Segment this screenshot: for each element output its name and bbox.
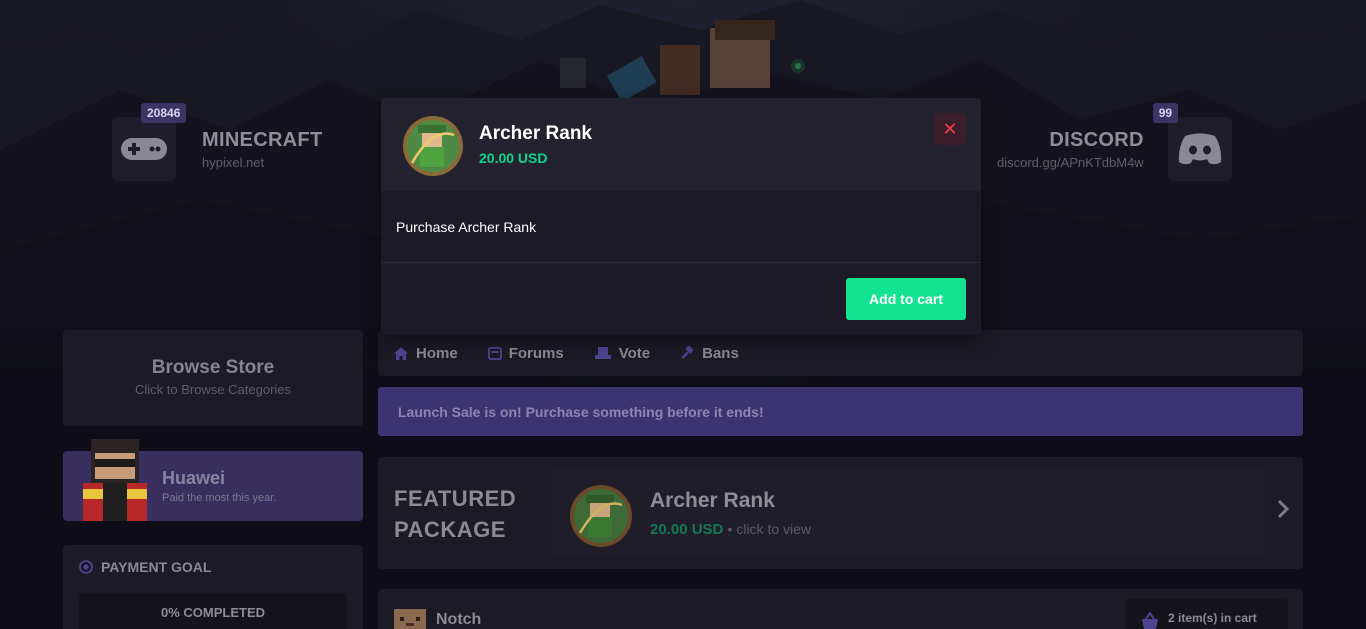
- goal-progress-bar: 0% COMPLETED: [79, 593, 347, 629]
- featured-package-price: 20.00 USD • click to view: [650, 521, 811, 538]
- browse-store-title: Browse Store: [151, 357, 275, 378]
- payment-goal-card: PAYMENT GOAL 0% COMPLETED: [63, 545, 363, 629]
- gamepad-icon: [121, 138, 167, 160]
- featured-price-value: 20.00 USD: [650, 521, 724, 538]
- modal-title: Archer Rank: [479, 123, 592, 144]
- player-count-badge: 20846: [141, 103, 187, 123]
- discord-invite: discord.gg/APnKTdbM4w: [997, 154, 1144, 170]
- sale-banner: Launch Sale is on! Purchase something be…: [378, 387, 1303, 436]
- nav-vote[interactable]: Vote: [594, 345, 650, 362]
- forums-icon: [487, 346, 502, 360]
- donor-avatar: [83, 439, 147, 521]
- discord-name: DISCORD: [1049, 128, 1144, 151]
- payment-goal-title: PAYMENT GOAL: [101, 559, 212, 575]
- user-info: Notch: [394, 609, 481, 629]
- featured-label: FEATURED PACKAGE: [394, 483, 516, 545]
- cart-count-text: 2 item(s) in cart: [1168, 611, 1257, 625]
- nav-bans[interactable]: Bans: [680, 345, 739, 362]
- modal-price: 20.00 USD: [479, 150, 548, 166]
- cart-button[interactable]: 2 item(s) in cart: [1126, 599, 1288, 629]
- featured-package-card[interactable]: Archer Rank 20.00 USD • click to view: [552, 468, 1264, 554]
- nav-forums-label: Forums: [508, 344, 564, 362]
- close-icon: ✕: [942, 118, 958, 139]
- add-to-cart-button[interactable]: Add to cart: [846, 278, 966, 320]
- top-donor-subtitle: Paid the most this year.: [162, 492, 277, 504]
- featured-label-line1: FEATURED: [394, 486, 517, 511]
- minecraft-icon-box: 20846: [112, 103, 187, 181]
- discord-icon-box: 99: [1152, 103, 1232, 181]
- featured-package-section: FEATURED PACKAGE Archer Rank 20.00 USD •…: [378, 457, 1303, 569]
- home-icon: [394, 346, 408, 360]
- modal-description: Purchase Archer Rank: [396, 219, 537, 235]
- close-button[interactable]: ✕: [934, 113, 966, 145]
- discord-server-block[interactable]: DISCORD discord.gg/APnKTdbM4w 99: [997, 103, 1232, 181]
- nav-bans-label: Bans: [702, 344, 739, 362]
- browse-store-subtitle: Click to Browse Categories: [134, 382, 292, 397]
- user-cart-bar: Notch 2 item(s) in cart: [378, 589, 1303, 629]
- discord-icon: [1178, 133, 1221, 165]
- username: Notch: [436, 611, 482, 628]
- vote-icon: [594, 347, 611, 359]
- top-donor-name: Huawei: [162, 468, 226, 488]
- target-icon: [79, 560, 93, 574]
- gavel-icon: [681, 345, 694, 359]
- online-count-badge: 99: [1152, 103, 1179, 123]
- minecraft-server-address: hypixel.net: [202, 154, 265, 170]
- featured-package-name: Archer Rank: [650, 489, 775, 512]
- chevron-right-icon[interactable]: [1277, 499, 1289, 519]
- archer-rank-icon: [403, 116, 463, 176]
- main-nav: Home Forums Vote Bans: [378, 330, 1303, 376]
- modal-header: Archer Rank 20.00 USD ✕: [381, 98, 981, 191]
- goal-progress-label: 0% COMPLETED: [160, 605, 265, 620]
- package-modal: Archer Rank 20.00 USD ✕ Purchase Archer …: [381, 98, 981, 335]
- nav-forums[interactable]: Forums: [487, 344, 564, 362]
- basket-icon: [1142, 611, 1158, 629]
- featured-label-line2: PACKAGE: [394, 517, 506, 542]
- browse-store-card[interactable]: Browse Store Click to Browse Categories: [63, 330, 363, 426]
- nav-home[interactable]: Home: [393, 345, 458, 362]
- user-avatar: [394, 609, 426, 629]
- minecraft-server-block[interactable]: 20846 MINECRAFT hypixel.net: [112, 103, 323, 181]
- modal-divider: [381, 262, 981, 263]
- nav-vote-label: Vote: [618, 344, 651, 362]
- archer-rank-image: [570, 485, 632, 547]
- click-to-view-text: • click to view: [727, 521, 812, 537]
- minecraft-server-name: MINECRAFT: [202, 128, 323, 151]
- nav-home-label: Home: [416, 344, 458, 362]
- top-donor-card: Huawei Paid the most this year.: [63, 439, 363, 521]
